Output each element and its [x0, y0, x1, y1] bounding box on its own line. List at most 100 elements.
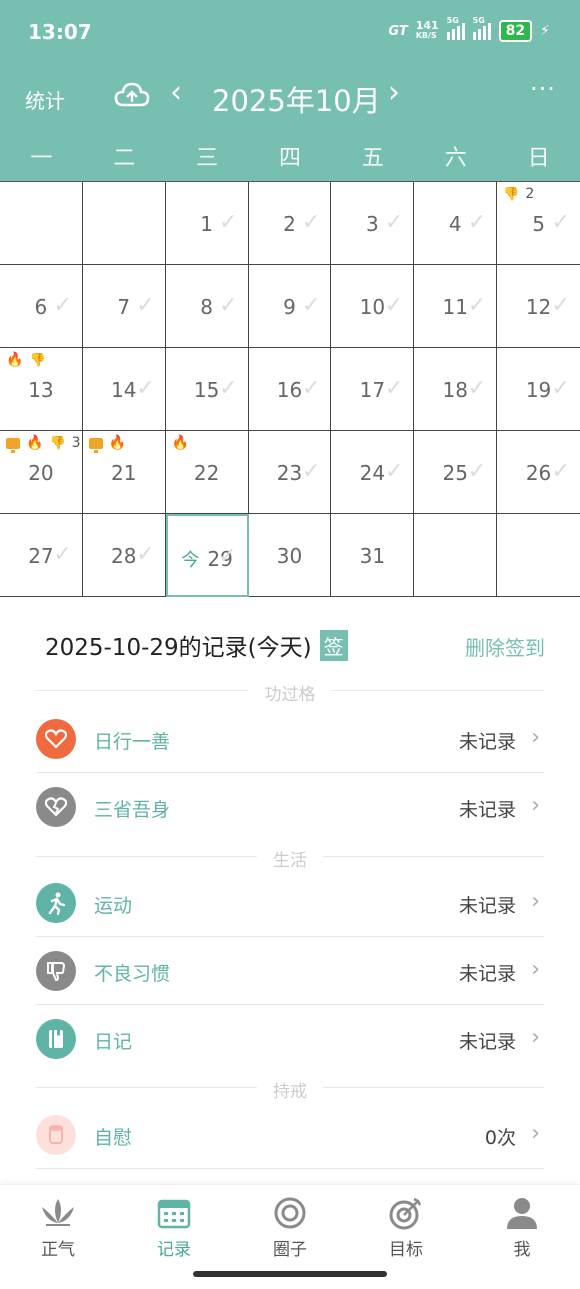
day-value: 30: [276, 544, 303, 568]
status-bar: 13:07 GT 141 KB/S 5G 5G 82 ⚡: [0, 0, 580, 66]
calendar-day-24[interactable]: 24 ✓: [331, 431, 415, 514]
month-nav: 统计 ‹ 2025年10月 › ···: [0, 70, 580, 126]
tab-record[interactable]: 记录: [134, 1195, 214, 1260]
more-options-button[interactable]: ···: [530, 75, 556, 103]
check-icon: ✓: [384, 376, 404, 401]
calendar-day-7[interactable]: 7 ✓: [82, 265, 166, 348]
sign-badge[interactable]: 签: [319, 629, 348, 661]
screen-icon: [6, 437, 20, 453]
delete-sign-button[interactable]: 删除签到: [465, 632, 545, 661]
chevron-right-icon: ›: [531, 1121, 540, 1146]
weekday-label: 日: [527, 146, 550, 171]
record-item-reflection[interactable]: 三省吾身 未记录 ›: [36, 773, 544, 841]
calendar-day-16[interactable]: 16 ✓: [248, 348, 332, 431]
check-icon: ✓: [218, 544, 237, 569]
cloud-sync-icon[interactable]: [114, 80, 150, 110]
calendar-day-1[interactable]: 1 ✓: [165, 182, 249, 265]
record-item-value: 未记录: [458, 731, 516, 753]
calendar-day-30[interactable]: 30: [248, 514, 332, 597]
day-value: 1: [200, 212, 213, 236]
check-icon: ✓: [551, 376, 570, 401]
day-value: 3: [365, 212, 379, 236]
thumbs-down-icon: [36, 951, 76, 991]
calendar-day-19[interactable]: 19 ✓: [497, 348, 580, 431]
calendar-grid: 1 ✓ 2 ✓ 3 ✓ 4 ✓ 👎 2 5 ✓ 6 ✓ 7 ✓ 8 ✓ 9 ✓ 10 ✓ 11 ✓ 12 ✓ 🔥 👎 13 14 ✓ 15 ✓ 1…: [0, 181, 580, 597]
calendar-day-11[interactable]: 11 ✓: [414, 265, 498, 348]
section-divider: 生活: [36, 846, 544, 871]
calendar-day-12[interactable]: 12 ✓: [497, 265, 580, 348]
calendar-day-25[interactable]: 25 ✓: [414, 431, 498, 514]
calendar-day-27[interactable]: 27 ✓: [0, 514, 83, 597]
calendar-day-4[interactable]: 4 ✓: [414, 182, 498, 265]
calendar-day-21[interactable]: 🔥 21: [82, 431, 166, 514]
home-indicator[interactable]: [193, 1271, 387, 1277]
target-icon: [389, 1197, 422, 1230]
battery-icon: 82: [498, 20, 533, 42]
calendar-day-23[interactable]: 23 ✓: [248, 431, 332, 514]
calendar-day-22[interactable]: 🔥 22: [165, 431, 249, 514]
calendar-day-13[interactable]: 🔥 👎 13: [0, 348, 83, 431]
day-markers: 🔥: [172, 435, 189, 451]
calendar-day-14[interactable]: 14 ✓: [82, 348, 166, 431]
fire-icon: 🔥: [108, 435, 127, 451]
calendar-day-6[interactable]: 6 ✓: [0, 265, 83, 348]
day-value: 26: [525, 461, 552, 485]
calendar-day-3[interactable]: 3 ✓: [331, 182, 415, 265]
day-value: 15: [193, 378, 220, 402]
marker-count: 3: [71, 435, 81, 451]
weekday-label: 一: [30, 146, 53, 171]
calendar-empty-cell: [414, 514, 498, 597]
record-item-bad-habit[interactable]: 不良习惯 未记录 ›: [36, 937, 544, 1005]
thumbs-down-icon: 👎: [29, 352, 46, 368]
record-item-value: 未记录: [458, 1031, 516, 1053]
prev-month-button[interactable]: ‹: [170, 78, 182, 108]
day-value: 20: [28, 461, 54, 485]
calendar-day-2[interactable]: 2 ✓: [248, 182, 332, 265]
thumbs-down-icon: 👎: [49, 435, 66, 451]
tab-me[interactable]: 我: [482, 1195, 562, 1260]
calendar-day-26[interactable]: 26 ✓: [497, 431, 580, 514]
tab-goal[interactable]: 目标: [366, 1195, 446, 1260]
fire-icon: 🔥: [171, 435, 190, 451]
calendar-day-8[interactable]: 8 ✓: [165, 265, 249, 348]
record-title: 2025-10-29的记录(今天): [45, 635, 312, 661]
calendar-day-5[interactable]: 👎 2 5 ✓: [497, 182, 580, 265]
calendar-day-9[interactable]: 9 ✓: [248, 265, 332, 348]
day-value: 31: [359, 544, 386, 568]
tab-zhengqi[interactable]: 正气: [18, 1195, 98, 1260]
record-item-good-deed[interactable]: 日行一善 未记录 ›: [36, 705, 544, 773]
calendar-day-29[interactable]: 今 29 ✓: [165, 514, 249, 597]
day-value: 11: [442, 295, 468, 319]
month-title: 2025年10月: [212, 84, 381, 118]
day-value: 10: [359, 295, 386, 319]
stats-button[interactable]: 统计: [25, 85, 65, 114]
calendar-day-20[interactable]: 🔥 👎 3 20: [0, 431, 83, 514]
record-item-exercise[interactable]: 运动 未记录 ›: [36, 869, 544, 937]
check-icon: ✓: [53, 293, 72, 318]
calendar-day-18[interactable]: 18 ✓: [414, 348, 498, 431]
today-label: 今: [181, 550, 200, 571]
record-item-label: 不良习惯: [94, 963, 171, 985]
calendar-day-28[interactable]: 28 ✓: [82, 514, 166, 597]
tab-circle[interactable]: 圈子: [250, 1195, 330, 1260]
tab-label: 圈子: [273, 1240, 307, 1260]
record-item-abstain[interactable]: 自慰 0次 ›: [36, 1101, 544, 1169]
check-icon: ✓: [384, 459, 404, 484]
next-month-button[interactable]: ›: [388, 78, 400, 108]
lotus-icon: [42, 1199, 74, 1226]
status-time: 13:07: [28, 20, 92, 44]
record-item-diary[interactable]: 日记 未记录 ›: [36, 1005, 544, 1073]
weekday-label: 二: [113, 146, 136, 171]
tab-label: 我: [513, 1240, 531, 1260]
calendar-day-17[interactable]: 17 ✓: [331, 348, 415, 431]
calendar-day-10[interactable]: 10 ✓: [331, 265, 415, 348]
calendar-day-31[interactable]: 31: [331, 514, 415, 597]
calendar-day-15[interactable]: 15 ✓: [165, 348, 249, 431]
check-icon: ✓: [467, 376, 487, 401]
fire-icon: 🔥: [6, 352, 24, 368]
record-item-label: 自慰: [94, 1127, 133, 1149]
check-icon: ✓: [384, 293, 404, 318]
day-value: 2: [283, 212, 296, 236]
signal-icon-2: 5G: [472, 16, 491, 40]
tab-label: 正气: [41, 1240, 75, 1260]
